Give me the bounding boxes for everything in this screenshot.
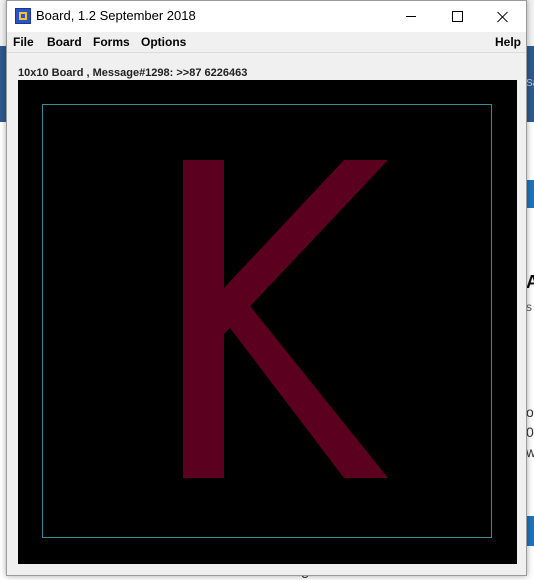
menu-board[interactable]: Board: [47, 35, 82, 49]
background-text-fragment: 0: [526, 424, 534, 440]
maximize-button[interactable]: [434, 1, 480, 32]
maximize-icon: [451, 11, 463, 22]
background-text-fragment: w: [526, 444, 534, 460]
app-icon[interactable]: [15, 8, 31, 24]
board-status-label: 10x10 Board , Message#1298: >>87 6226463: [18, 67, 248, 79]
board-window: Board, 1.2 September 2018 File Board For…: [6, 0, 527, 576]
board-canvas[interactable]: K: [18, 80, 517, 564]
menu-bar: File Board Forms Options Help: [7, 32, 526, 52]
minimize-button[interactable]: [388, 1, 434, 32]
minimize-icon: [406, 16, 416, 17]
board-letter-text: K: [18, 80, 19, 81]
menu-forms[interactable]: Forms: [93, 35, 130, 49]
close-button[interactable]: [480, 1, 526, 32]
menu-divider: [7, 52, 526, 53]
board-drawing: K: [18, 80, 388, 478]
letter-k-lower-leg: [224, 306, 388, 478]
background-text-fragment: A: [526, 272, 534, 292]
title-bar[interactable]: Board, 1.2 September 2018: [7, 1, 526, 32]
background-text-fragment: of: [526, 404, 534, 420]
background-text-fragment: Sa: [526, 78, 534, 89]
menu-help[interactable]: Help: [495, 35, 521, 49]
menu-options[interactable]: Options: [141, 35, 186, 49]
menu-file[interactable]: File: [13, 35, 34, 49]
close-icon: [497, 11, 509, 23]
window-title: Board, 1.2 September 2018: [36, 8, 196, 23]
letter-k-stem: [183, 160, 224, 478]
